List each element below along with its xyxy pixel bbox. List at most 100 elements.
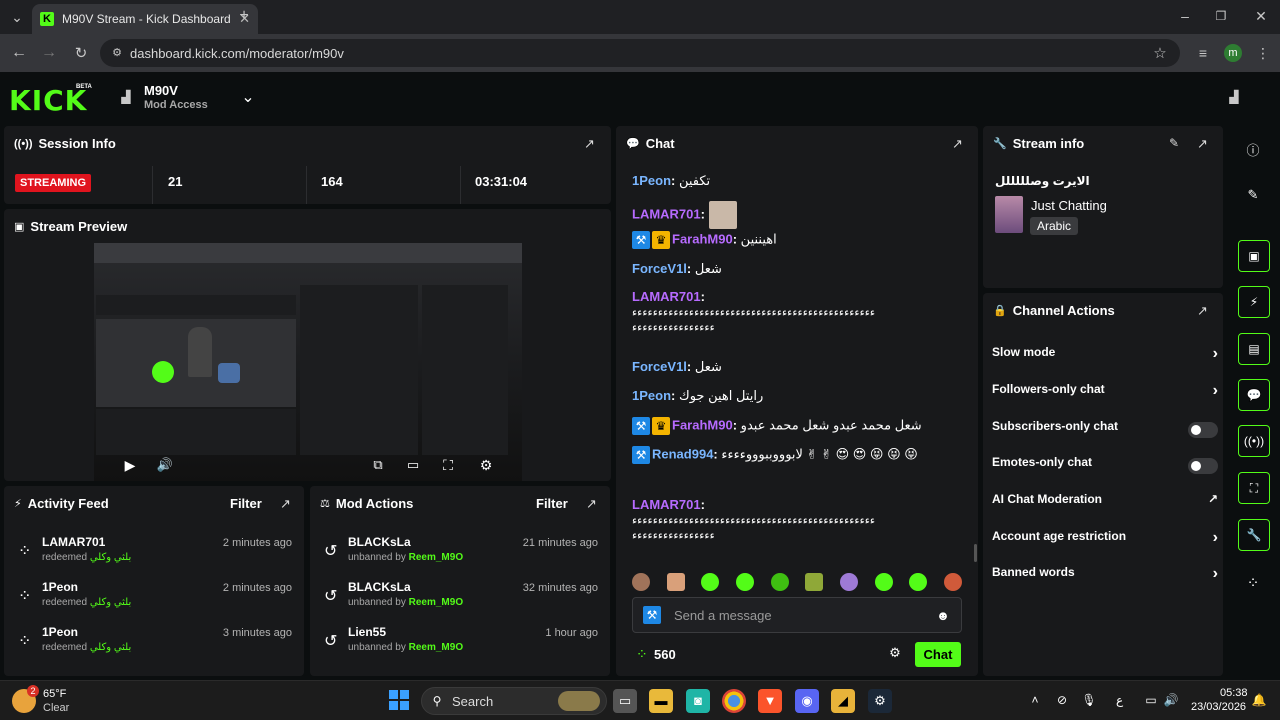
action-subscribers-only[interactable]: Subscribers-only chat <box>992 419 1218 443</box>
chat-message[interactable]: ForceV1l: شعل <box>632 261 962 277</box>
new-tab-icon[interactable]: + <box>236 7 252 24</box>
chat-message[interactable]: LAMAR701: ءءءءءءءءءءءءءءءءءءءءءءءءءءءءءءء… <box>632 497 962 542</box>
url-field[interactable]: ⚙ dashboard.kick.com/moderator/m90v ☆ <box>100 39 1180 67</box>
sidebar-chat-button[interactable]: 💬 <box>1238 379 1270 411</box>
subscribers-only-toggle[interactable] <box>1188 422 1218 438</box>
emote-icon[interactable] <box>839 573 858 591</box>
taskbar-search-box[interactable]: ⚲ Search <box>421 687 607 715</box>
microphone-icon[interactable]: 🎙 <box>1081 693 1096 707</box>
media-control-icon[interactable]: ≡ <box>1194 44 1212 62</box>
chat-message[interactable]: LAMAR701: ءءءءءءءءءءءءءءءءءءءءءءءءءءءءءءء… <box>632 289 962 334</box>
user-avatar-icon[interactable]: ▟ <box>1226 90 1242 104</box>
chat-message[interactable]: ⚒ ♛ FarahM90: اهيننين <box>632 231 962 249</box>
activity-filter-button[interactable]: Filter <box>230 496 262 511</box>
mod-action-item[interactable]: ↺ BLACKsLa unbanned by Reem_M9O 32 minut… <box>310 574 610 618</box>
chat-message[interactable]: ⚒ ♛ FarahM90: شعل محمد عبدو شعل محمد عبدو <box>632 417 962 435</box>
action-followers-only[interactable]: Followers-only chat › <box>992 382 1218 406</box>
play-icon[interactable]: ▶ <box>122 457 138 473</box>
player-settings-icon[interactable]: ⚙ <box>478 457 494 473</box>
chat-input-box[interactable]: ⚒ Send a message ☻ <box>632 597 962 633</box>
info-icon[interactable]: ⓘ <box>1244 140 1262 158</box>
site-info-icon[interactable]: ⚙ <box>110 45 124 59</box>
activity-item[interactable]: ⁘ LAMAR701 redeemed بلثي وكلي 2 minutes … <box>4 529 304 573</box>
emoji-picker-icon[interactable]: ☻ <box>935 607 951 623</box>
close-window-icon[interactable]: ✕ <box>1254 8 1268 24</box>
action-account-age[interactable]: Account age restriction › <box>992 529 1218 553</box>
tab-search-icon[interactable]: ⌄ <box>8 8 26 26</box>
emote-icon[interactable] <box>805 573 824 591</box>
browser-tab[interactable]: K M90V Stream - Kick Dashboard ✕ <box>32 4 258 34</box>
mod-action-item[interactable]: ↺ BLACKsLa unbanned by Reem_M9O 21 minut… <box>310 529 610 573</box>
chat-message[interactable]: ⚒ Renad994: لابوووببوووءءءء ✌ ✌ 😍 😍 😝 😝 😝 <box>632 446 962 464</box>
input-language[interactable]: ع <box>1116 693 1123 707</box>
chat-message[interactable]: LAMAR701: <box>632 201 962 229</box>
stream-info-popout-icon[interactable]: ↗ <box>1197 136 1208 152</box>
channel-switch-chevron-icon[interactable]: ⌄ <box>240 89 256 106</box>
chat-message[interactable]: 1Peon: رايتل اهين جوك <box>632 388 962 404</box>
forward-icon[interactable]: → <box>40 44 58 62</box>
file-explorer-icon[interactable]: ▬ <box>649 689 673 713</box>
activity-item[interactable]: ⁘ 1Peon redeemed بلثي وكلي 3 minutes ago <box>4 619 304 663</box>
mod-filter-button[interactable]: Filter <box>536 496 568 511</box>
emote-icon[interactable] <box>874 573 893 591</box>
chat-scrollbar[interactable] <box>974 544 977 562</box>
emote-icon[interactable] <box>909 573 928 591</box>
chat-popout-icon[interactable]: ↗ <box>952 136 963 152</box>
action-ai-moderation[interactable]: AI Chat Moderation ↗ <box>992 492 1218 516</box>
emotes-only-toggle[interactable] <box>1188 458 1218 474</box>
picture-in-picture-icon[interactable]: ▭ <box>402 457 424 473</box>
bookmark-star-icon[interactable]: ☆ <box>1152 45 1168 62</box>
show-hidden-icons[interactable]: ˄ <box>1028 693 1042 707</box>
browser-menu-icon[interactable]: ⋮ <box>1256 44 1270 62</box>
reload-icon[interactable]: ↻ <box>72 44 90 62</box>
sidebar-activity-button[interactable]: ⚡ <box>1238 286 1270 318</box>
sidebar-notes-button[interactable]: ▤ <box>1238 333 1270 365</box>
display-icon[interactable]: ▭ <box>1143 693 1159 707</box>
app-icon[interactable]: ◢ <box>831 689 855 713</box>
store-app-icon[interactable]: ◙ <box>686 689 710 713</box>
channel-actions-popout-icon[interactable]: ↗ <box>1197 303 1208 319</box>
activity-item[interactable]: ⁘ 1Peon redeemed بلثي وكلي 2 minutes ago <box>4 574 304 618</box>
emote-icon[interactable] <box>701 573 720 591</box>
restore-icon[interactable]: ❐ <box>1214 8 1228 24</box>
chrome-icon[interactable] <box>722 689 746 713</box>
sidebar-mod-button[interactable]: ⛶ <box>1238 472 1270 504</box>
fullscreen-icon[interactable]: ⛶ <box>440 457 456 473</box>
steam-icon[interactable]: ⚙ <box>868 689 892 713</box>
discord-icon[interactable]: ◉ <box>795 689 819 713</box>
volume-icon[interactable]: 🔊 <box>1164 693 1179 707</box>
profile-avatar[interactable]: m <box>1224 44 1242 62</box>
send-chat-button[interactable]: Chat <box>915 642 961 667</box>
action-emotes-only[interactable]: Emotes-only chat <box>992 455 1218 479</box>
chat-message[interactable]: 1Peon: تكفين <box>632 173 962 189</box>
brave-icon[interactable]: ▼ <box>758 689 782 713</box>
chat-message[interactable]: ForceV1l: شعل <box>632 359 962 375</box>
emote-icon[interactable] <box>943 573 962 591</box>
minimize-icon[interactable]: – <box>1178 8 1192 24</box>
edit-icon[interactable]: ✎ <box>1244 186 1262 204</box>
notification-bell-icon[interactable]: 🔔 <box>1252 693 1267 707</box>
theater-mode-icon[interactable]: ⧉ <box>370 457 386 473</box>
clock-date[interactable]: 23/03/2026 <box>1191 701 1246 713</box>
start-icon[interactable] <box>389 690 409 710</box>
back-icon[interactable]: ← <box>10 44 28 62</box>
action-banned-words[interactable]: Banned words › <box>992 565 1218 589</box>
mod-action-item[interactable]: ↺ Lien55 unbanned by Reem_M9O 1 hour ago <box>310 619 610 663</box>
sidebar-broadcast-button[interactable]: ((•)) <box>1238 425 1270 457</box>
action-slow-mode[interactable]: Slow mode › <box>992 345 1218 369</box>
mod-actions-popout-icon[interactable]: ↗ <box>586 496 597 512</box>
category-name[interactable]: Just Chatting <box>1031 198 1107 213</box>
category-thumbnail[interactable] <box>995 196 1023 233</box>
language-tag[interactable]: Arabic <box>1030 217 1079 235</box>
session-info-popout-icon[interactable]: ↗ <box>584 136 595 152</box>
chat-settings-icon[interactable]: ⚙ <box>888 645 902 660</box>
volume-icon[interactable]: 🔊 <box>156 457 174 473</box>
stream-video-player[interactable]: ▶ 🔊 ⧉ ▭ ⛶ ⚙ <box>94 243 522 481</box>
task-view-icon[interactable]: ▭ <box>613 689 637 713</box>
emote-icon[interactable] <box>770 573 789 591</box>
emote-icon[interactable] <box>735 573 754 591</box>
activity-feed-popout-icon[interactable]: ↗ <box>280 496 291 512</box>
clock-time[interactable]: 05:38 <box>1220 687 1248 699</box>
emote-icon[interactable] <box>632 573 650 591</box>
edit-stream-info-icon[interactable]: ✎ <box>1167 136 1181 150</box>
